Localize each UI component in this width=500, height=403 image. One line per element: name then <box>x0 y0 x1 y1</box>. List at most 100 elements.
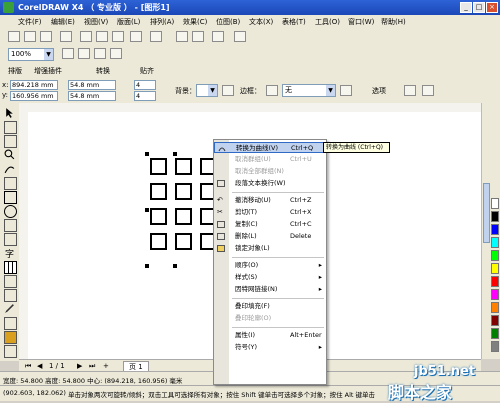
table-cell[interactable] <box>150 233 167 250</box>
table-cell[interactable] <box>175 158 192 175</box>
first-page-icon[interactable]: ⏮ <box>25 362 31 371</box>
menu-bitmaps[interactable]: 位图(B) <box>216 17 240 27</box>
pick-tool-icon[interactable] <box>4 107 15 118</box>
paste-icon[interactable] <box>112 31 124 42</box>
palette-swatch[interactable] <box>491 315 499 326</box>
menu-window[interactable]: 窗口(W) <box>348 17 374 27</box>
edit-fill-icon[interactable] <box>222 85 234 96</box>
menu-item-overprint-fill[interactable]: 叠印填充(F) <box>214 301 326 312</box>
table-cell[interactable] <box>175 208 192 225</box>
plugin-tab-layout[interactable]: 排版 <box>8 66 22 76</box>
menu-item-ungroup-all[interactable]: 取消全部群组(N) <box>214 166 326 177</box>
menu-item-ungroup[interactable]: 取消群组(U) Ctrl+U <box>214 154 326 165</box>
application-launcher-icon[interactable] <box>212 31 224 42</box>
fill-tool-icon[interactable] <box>4 331 17 344</box>
menu-help[interactable]: 帮助(H) <box>381 17 406 27</box>
plugin-tab-snap[interactable]: 贴齐 <box>140 66 154 76</box>
welcome-screen-icon[interactable] <box>234 31 246 42</box>
border-width-combo[interactable]: 无 ▼ <box>282 84 336 97</box>
menu-item-wrap-paragraph[interactable]: 段落文本换行(W) <box>214 178 326 189</box>
height-field[interactable]: 54.8 mm <box>68 91 116 101</box>
undo-icon[interactable] <box>130 31 142 42</box>
menu-item-symbol[interactable]: 符号(Y) ▸ <box>214 342 326 353</box>
menu-table[interactable]: 表格(T) <box>282 17 306 27</box>
selection-handle[interactable] <box>145 264 149 268</box>
selection-handle[interactable] <box>145 152 149 156</box>
interactive-fill-tool-icon[interactable] <box>4 345 17 358</box>
options-button[interactable]: 选项 <box>372 86 386 96</box>
previous-page-icon[interactable]: ◀ <box>37 362 42 370</box>
smart-fill-tool-icon[interactable] <box>4 177 17 190</box>
menu-effects[interactable]: 效果(C) <box>183 17 207 27</box>
selection-handle[interactable] <box>173 264 177 268</box>
palette-swatch[interactable] <box>491 224 499 235</box>
menu-item-convert-to-curves[interactable]: 转换为曲线(V) Ctrl+Q <box>214 142 326 153</box>
menu-file[interactable]: 文件(F) <box>18 17 42 27</box>
table-cell[interactable] <box>150 183 167 200</box>
basic-shapes-tool-icon[interactable] <box>4 233 17 246</box>
palette-swatch[interactable] <box>491 198 499 209</box>
menu-item-undo-move[interactable]: ↶ 撤消移动(U) Ctrl+Z <box>214 195 326 206</box>
freehand-tool-icon[interactable] <box>4 163 15 174</box>
copy-icon[interactable] <box>96 31 108 42</box>
palette-swatch[interactable] <box>491 263 499 274</box>
crop-tool-icon[interactable] <box>4 135 17 148</box>
maximize-button[interactable]: □ <box>473 2 485 13</box>
menu-arrange[interactable]: 排列(A) <box>150 17 174 27</box>
minimize-button[interactable]: _ <box>460 2 472 13</box>
close-button[interactable]: × <box>486 2 498 13</box>
selection-handle[interactable] <box>173 152 177 156</box>
link-icon[interactable] <box>422 85 434 96</box>
table-cell[interactable] <box>150 158 167 175</box>
rectangle-tool-icon[interactable] <box>4 191 17 204</box>
palette-swatch[interactable] <box>491 289 499 300</box>
palette-swatch[interactable] <box>491 250 499 261</box>
plugin-tab-convert[interactable]: 转换 <box>96 66 110 76</box>
menu-item-styles[interactable]: 样式(S) ▸ <box>214 272 326 283</box>
table-cell[interactable] <box>150 208 167 225</box>
scroll-thumb[interactable] <box>483 183 490 243</box>
table-columns-field[interactable]: 4 <box>134 80 156 90</box>
palette-swatch[interactable] <box>491 341 499 352</box>
connector-tool-icon[interactable] <box>4 275 17 288</box>
width-field[interactable]: 54.8 mm <box>68 80 116 90</box>
table-rows-field[interactable]: 4 <box>134 91 156 101</box>
redo-icon[interactable] <box>150 31 162 42</box>
menu-layout[interactable]: 版面(L) <box>117 17 140 27</box>
palette-swatch[interactable] <box>491 302 499 313</box>
table-cell[interactable] <box>175 233 192 250</box>
zoom-level-combo[interactable]: 100% ▼ <box>8 48 54 61</box>
eyedropper-tool-icon[interactable] <box>4 303 15 314</box>
import-icon[interactable] <box>176 31 188 42</box>
wrap-paragraph-icon[interactable] <box>404 85 416 96</box>
menu-item-internet-link[interactable]: 因特网链接(N) ▸ <box>214 284 326 295</box>
palette-swatch[interactable] <box>491 276 499 287</box>
x-position-field[interactable]: 894.218 mm <box>10 80 58 90</box>
next-page-icon[interactable]: ▶ <box>77 362 82 370</box>
menu-item-order[interactable]: 顺序(O) ▸ <box>214 260 326 271</box>
print-icon[interactable] <box>60 31 72 42</box>
snap-to-grid-icon[interactable] <box>62 48 74 59</box>
menu-view[interactable]: 视图(V) <box>84 17 108 27</box>
plugin-tab-enhance[interactable]: 增强插件 <box>34 66 62 76</box>
add-page-icon[interactable]: + <box>103 362 109 370</box>
dynamic-guides-icon[interactable] <box>110 48 122 59</box>
palette-swatch[interactable] <box>491 211 499 222</box>
menu-item-lock-object[interactable]: 锁定对象(L) <box>214 243 326 254</box>
background-color-combo[interactable]: ▼ <box>196 84 218 97</box>
new-document-icon[interactable] <box>8 31 20 42</box>
save-icon[interactable] <box>40 31 52 42</box>
menu-item-properties[interactable]: 属性(I) Alt+Enter <box>214 330 326 341</box>
palette-swatch[interactable] <box>491 237 499 248</box>
y-position-field[interactable]: 160.956 mm <box>10 91 58 101</box>
shape-tool-icon[interactable] <box>4 121 17 134</box>
palette-swatch[interactable] <box>491 328 499 339</box>
table-tool-icon[interactable] <box>4 261 17 274</box>
selection-handle[interactable] <box>145 208 149 212</box>
menu-tools[interactable]: 工具(O) <box>315 17 340 27</box>
menu-edit[interactable]: 编辑(E) <box>51 17 75 27</box>
menu-item-cut[interactable]: ✂ 剪切(T) Ctrl+X <box>214 207 326 218</box>
interactive-blend-tool-icon[interactable] <box>4 289 17 302</box>
menu-item-overprint-outline[interactable]: 叠印轮廓(O) <box>214 313 326 324</box>
zoom-tool-icon[interactable] <box>4 149 15 160</box>
